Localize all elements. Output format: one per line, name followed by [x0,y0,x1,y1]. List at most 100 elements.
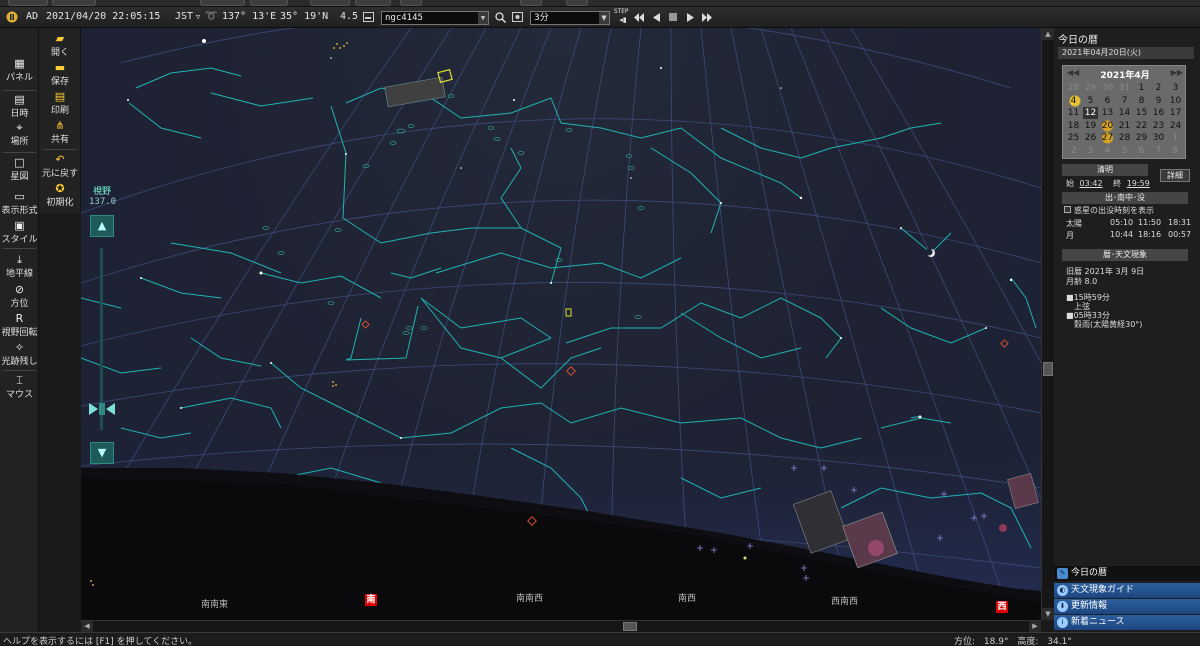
calendar-day[interactable]: 24 [1168,120,1183,132]
calendar-day[interactable]: 7 [1151,145,1166,157]
toolbar-button[interactable] [310,0,350,6]
calendar-day[interactable]: 9 [1151,95,1166,107]
fast-forward-icon[interactable] [700,10,714,24]
calendar-day[interactable]: 30 [1151,132,1166,144]
chevron-down-icon[interactable]: ▼ [478,12,488,24]
calendar-day[interactable]: 5 [1117,145,1132,157]
link-astro-guide[interactable]: ◐ 天文現象ガイド [1054,583,1200,598]
calendar-day[interactable]: 13 [1100,107,1115,119]
prev-month-icon[interactable]: ◀◀ [1067,68,1079,77]
display-format-button[interactable]: ▭ 表示形式 [0,191,39,217]
save-button[interactable]: ▬ 保存 [39,62,81,88]
calendar-day[interactable]: 19 [1083,120,1098,132]
calendar-day[interactable]: 5 [1083,95,1098,107]
calendar-day[interactable]: 23 [1151,120,1166,132]
vertical-scrollbar[interactable]: ▲ ▼ [1041,28,1054,620]
next-month-icon[interactable]: ▶▶ [1171,68,1183,77]
chevron-down-icon[interactable]: ▽ [196,13,200,21]
scroll-thumb[interactable] [1043,362,1053,376]
mouse-button[interactable]: ⌶ マウス [0,375,39,401]
calendar-day[interactable]: 1 [1168,132,1183,144]
calendar-day[interactable]: 1 [1134,82,1149,94]
calendar-day[interactable]: 26 [1083,132,1098,144]
scroll-down-icon[interactable]: ▼ [1042,608,1054,620]
calendar-day[interactable]: 30 [1100,82,1115,94]
reset-button[interactable]: ✪ 初期化 [39,183,81,209]
calendar-day[interactable]: 2 [1151,82,1166,94]
location-button[interactable]: ⌖ 場所 [0,122,39,148]
trail-button[interactable]: ✧ 光跡残し [0,342,39,368]
location-icon[interactable]: ➰ [205,11,217,22]
view-rotation-button[interactable]: R 視野回転 [0,313,39,339]
calendar-day[interactable]: 16 [1151,107,1166,119]
detail-button[interactable]: 詳細 [1160,169,1190,182]
toolbar-button[interactable] [400,0,422,6]
calendar-day[interactable]: 20 [1100,119,1115,132]
toolbar-button[interactable] [8,0,48,6]
chevron-down-icon[interactable]: ▼ [599,12,609,24]
planet-rise-set-checkbox[interactable]: 惑星の出没時刻を表示 [1064,205,1154,216]
calendar-day[interactable]: 18 [1066,120,1081,132]
calendar-day[interactable]: 22 [1134,120,1149,132]
speed-select[interactable]: 3分 ▼ [530,11,610,25]
datetime-button[interactable]: ▤ 日時 [0,94,39,120]
calendar-day[interactable]: 6 [1134,145,1149,157]
scroll-up-icon[interactable]: ▲ [1042,28,1054,40]
horizon-button[interactable]: ⤓ 地平線 [0,254,39,280]
calendar-day[interactable]: 4 [1066,94,1081,107]
calendar-day[interactable]: 15 [1134,107,1149,119]
play-icon[interactable] [683,10,697,24]
calendar-day[interactable]: 28 [1117,132,1132,144]
toolbar-button[interactable] [566,0,588,6]
selected-object-frame[interactable] [437,68,453,84]
panel-button[interactable]: ▦ パネル [0,58,39,84]
calendar-day[interactable]: 2 [1066,145,1081,157]
object-search-input[interactable]: ngc4145 ▼ [381,11,489,25]
calendar-day[interactable]: 29 [1083,82,1098,94]
magnitude-field[interactable]: 4.5 [340,11,358,22]
calendar-day[interactable]: 8 [1168,145,1183,157]
toolbar-button[interactable] [355,0,391,6]
step-back-icon[interactable]: ◂▮ [616,15,630,25]
reverse-play-icon[interactable] [650,10,664,24]
zoom-out-button[interactable]: ▼ [90,442,114,464]
link-updates[interactable]: ⬇ 更新情報 [1054,599,1200,614]
calendar-day[interactable]: 21 [1117,120,1132,132]
calendar-day[interactable]: 29 [1134,132,1149,144]
stop-icon[interactable] [666,10,680,24]
target-marker[interactable] [565,308,572,317]
toolbar-button[interactable] [250,0,288,6]
style-button[interactable]: ▣ スタイル [0,220,39,246]
calendar-day[interactable]: 28 [1066,82,1081,94]
calendar-day[interactable]: 27 [1100,132,1115,144]
pause-icon[interactable] [5,10,19,24]
undo-button[interactable]: ↶ 元に戻す [39,154,81,180]
starchart-button[interactable]: □ 星図 [0,157,39,183]
calendar-day[interactable]: 4 [1100,145,1115,157]
datetime-field[interactable]: 2021/04/20 22:05:15 [46,11,160,22]
share-button[interactable]: ⋔ 共有 [39,120,81,146]
calendar-day[interactable]: 3 [1168,82,1183,94]
search-icon[interactable] [493,10,507,24]
target-icon[interactable] [510,10,524,24]
calendar-day[interactable]: 17 [1168,107,1183,119]
latitude-field[interactable]: 35° 19'N [280,11,328,22]
sky-canvas[interactable] [81,28,1041,620]
planet-marker[interactable] [743,556,747,560]
link-news[interactable]: i 新着ニュース [1054,615,1200,630]
scroll-left-icon[interactable]: ◀ [81,621,93,632]
longitude-field[interactable]: 137° 13'E [222,11,276,22]
magnitude-icon[interactable] [361,10,375,24]
calendar-day[interactable]: 31 [1117,82,1132,94]
link-today-almanac[interactable]: ✎ 今日の暦 [1054,566,1200,581]
zoom-slider-handle[interactable] [89,403,115,415]
checkbox[interactable] [1064,206,1071,213]
toolbar-button[interactable] [200,0,245,6]
toolbar-button[interactable] [52,0,96,6]
calendar-day[interactable]: 14 [1117,107,1132,119]
calendar-day[interactable]: 8 [1134,95,1149,107]
calendar-day[interactable]: 12 [1083,107,1098,119]
timezone-label[interactable]: JST [175,11,193,22]
calendar-day[interactable]: 7 [1117,95,1132,107]
calendar-day[interactable]: 10 [1168,95,1183,107]
